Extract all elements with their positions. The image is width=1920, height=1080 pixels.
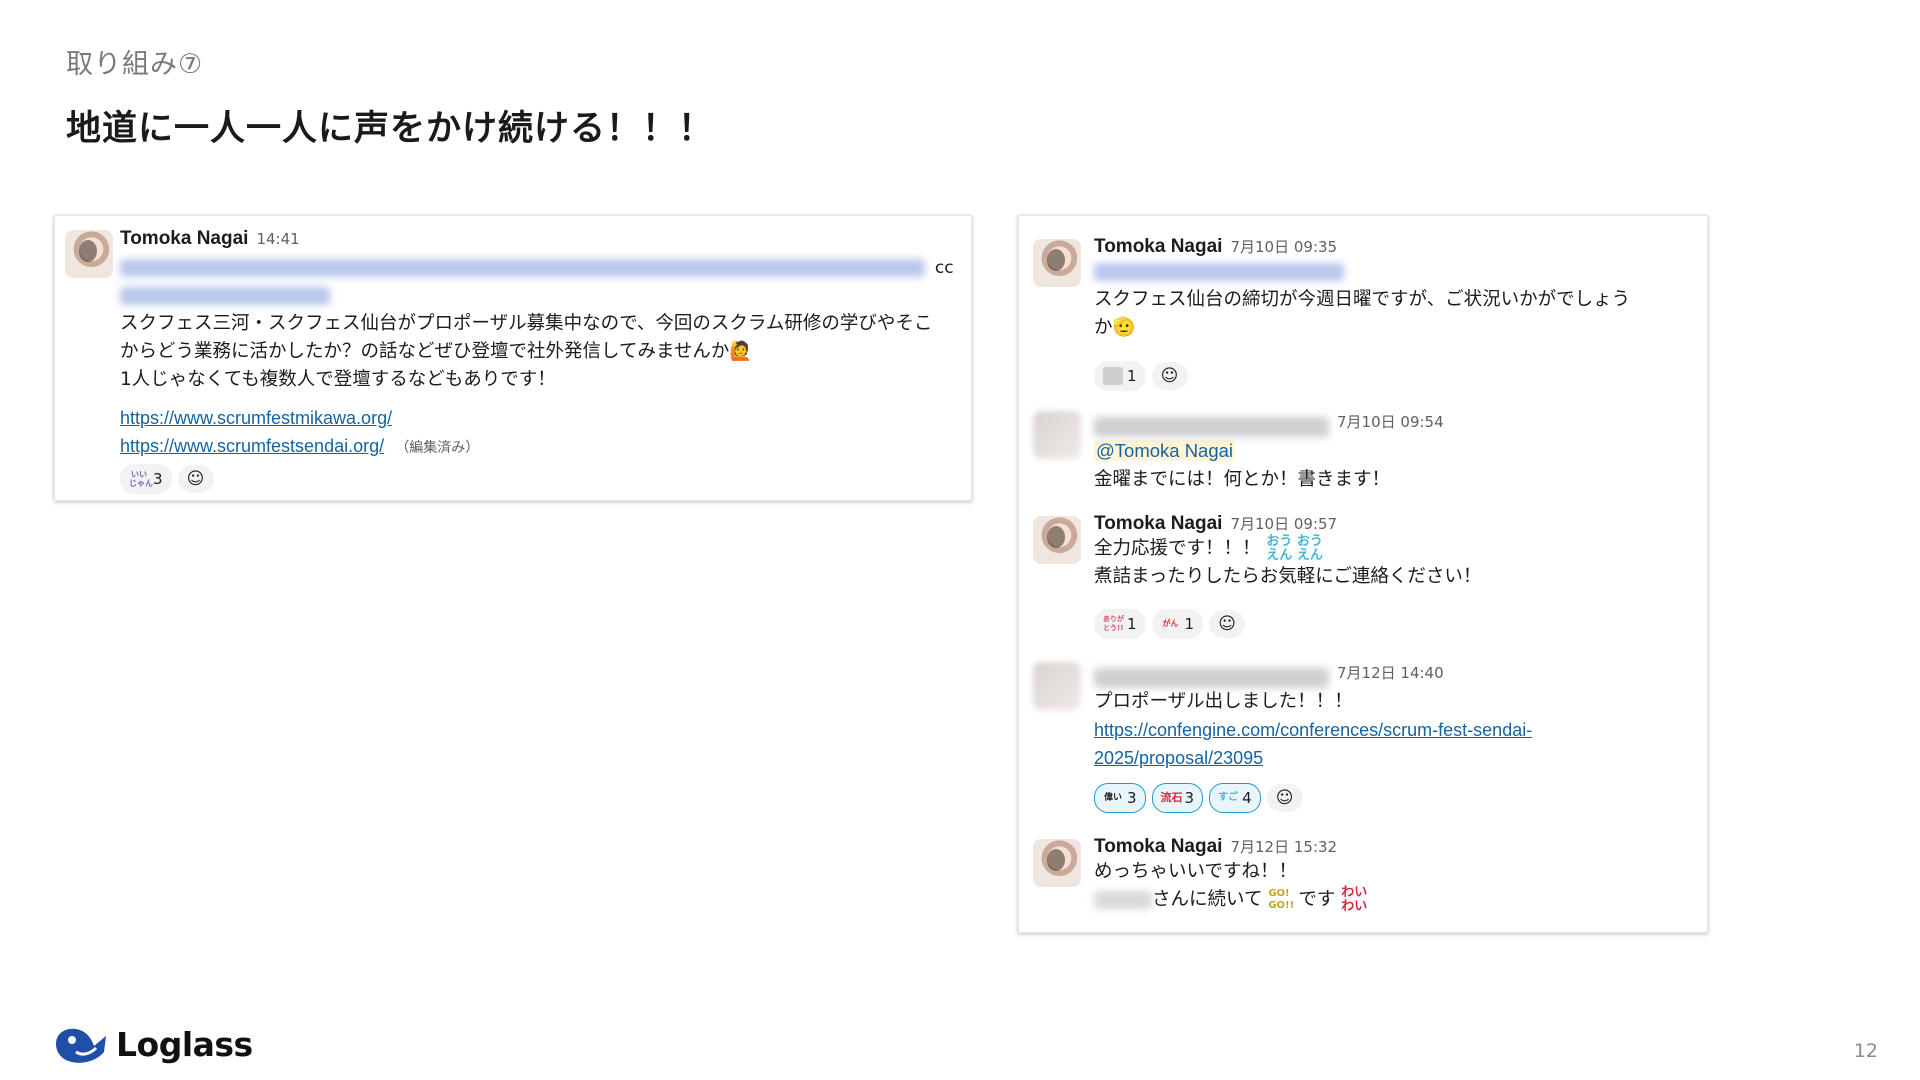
timestamp[interactable]: 7月10日 09:57	[1230, 515, 1337, 533]
arigatou-emoji-icon: ありが とう!!	[1103, 615, 1124, 632]
timestamp[interactable]: 14:41	[256, 230, 299, 248]
reaction-iijan[interactable]: いい じゃん 3	[120, 464, 172, 494]
blurred-mentions-line-2	[120, 282, 961, 310]
go-go-emoji-icon: GO! GO!!	[1268, 888, 1295, 911]
reaction-count: 1	[1127, 367, 1137, 385]
avatar	[1033, 516, 1081, 564]
reaction-count: 4	[1242, 789, 1252, 807]
loglass-logo: Loglass	[52, 1022, 253, 1066]
message-text: さんに続いて	[1152, 889, 1263, 910]
message-line: からどう業務に活かしたか？の話などぜひ登壇で社外発信してみませんか🙋	[120, 341, 753, 362]
blurred-mention	[1094, 258, 1630, 286]
blurred-name	[1094, 891, 1152, 909]
message-line: 1人じゃなくても複数人で登壇するなどもありです！	[120, 369, 556, 390]
timestamp[interactable]: 7月10日 09:35	[1230, 238, 1337, 256]
link-proposal[interactable]: https://confengine.com/conferences/scrum…	[1094, 720, 1532, 740]
author-name[interactable]: Tomoka Nagai	[1094, 513, 1222, 534]
ouen-emoji-icon: おう おう えん えん	[1266, 534, 1323, 563]
avatar	[1033, 239, 1081, 287]
reaction-bar: ありが とう!! 1 がん 1 ☺	[1094, 609, 1246, 639]
message-line: プロポーザル出しました！！！	[1094, 691, 1353, 712]
link-proposal-cont[interactable]: 2025/proposal/23095	[1094, 748, 1263, 768]
avatar	[65, 230, 113, 278]
reaction-person[interactable]: 1	[1094, 361, 1146, 391]
reaction-bar: 偉い 3 流石 3 すご 4 ☺	[1094, 783, 1303, 813]
author-name[interactable]: Tomoka Nagai	[1094, 836, 1222, 857]
left-slack-message-card: Tomoka Nagai 14:41 cc スクフェス三河・スクフェス仙台がプロ…	[54, 215, 972, 501]
brand-name: Loglass	[116, 1024, 253, 1064]
message-line: めっちゃいいですね！！	[1094, 861, 1297, 882]
ganbaru-emoji-icon: がん	[1162, 619, 1179, 628]
reaction-bar: いい じゃん 3 ☺	[120, 464, 214, 494]
reaction-sasuga[interactable]: 流石 3	[1151, 783, 1204, 813]
iijan-emoji-icon: いい じゃん	[129, 470, 153, 488]
reaction-arigatou[interactable]: ありが とう!! 1	[1094, 609, 1146, 639]
person-emoji-icon	[1103, 367, 1123, 385]
author-name[interactable]: Tomoka Nagai	[120, 228, 248, 249]
link-scrumfest-mikawa[interactable]: https://www.scrumfestmikawa.org/	[120, 408, 392, 428]
section-label: 取り組み⑦	[66, 49, 204, 80]
message-header: Tomoka Nagai 14:41	[120, 228, 961, 250]
right-slack-thread-card: Tomoka Nagai 7月10日 09:35 スクフェス仙台の締切が今週日曜…	[1018, 215, 1708, 933]
avatar	[1033, 839, 1081, 887]
timestamp[interactable]: 7月12日 15:32	[1230, 838, 1337, 856]
blurred-author-name	[1094, 668, 1329, 688]
add-reaction-icon[interactable]: ☺	[177, 465, 214, 493]
reaction-erai[interactable]: 偉い 3	[1094, 783, 1146, 813]
edited-label: （編集済み）	[395, 440, 480, 456]
add-reaction-icon[interactable]: ☺	[1266, 784, 1303, 812]
blurred-mentions-line: cc	[120, 254, 961, 282]
message-line: か🫡	[1094, 317, 1136, 338]
reaction-count: 3	[1184, 789, 1195, 807]
message-line: 煮詰まったりしたらお気軽にご連絡ください！	[1094, 566, 1482, 587]
message-line: 金曜までには！何とか！書きます！	[1094, 469, 1391, 490]
message-line: スクフェス三河・スクフェス仙台がプロポーザル募集中なので、今回のスクラム研修の学…	[120, 313, 933, 334]
add-reaction-icon[interactable]: ☺	[1209, 610, 1246, 638]
slide-title: 地道に一人一人に声をかけ続ける！！！	[66, 109, 715, 149]
avatar	[1033, 411, 1081, 459]
message-line: 全力応援です！！！	[1094, 538, 1261, 559]
mention-tomoka[interactable]: @Tomoka Nagai	[1094, 440, 1236, 461]
page-number: 12	[1853, 1040, 1878, 1062]
reaction-count: 1	[1127, 615, 1137, 633]
sasuga-emoji-icon: 流石	[1160, 791, 1183, 804]
message-text: です	[1298, 889, 1336, 910]
reaction-count: 3	[1127, 789, 1137, 807]
reaction-ganbaru[interactable]: がん 1	[1151, 609, 1204, 639]
add-reaction-icon[interactable]: ☺	[1151, 362, 1188, 390]
blurred-author-name	[1094, 417, 1329, 437]
wai-wai-emoji-icon: わい わい	[1341, 885, 1368, 914]
reaction-bar: 1 ☺	[1094, 361, 1188, 391]
avatar	[1033, 662, 1081, 710]
link-scrumfest-sendai[interactable]: https://www.scrumfestsendai.org/	[120, 436, 384, 456]
timestamp[interactable]: 7月10日 09:54	[1337, 413, 1444, 431]
author-name[interactable]: Tomoka Nagai	[1094, 236, 1222, 257]
reaction-sugoi[interactable]: すご 4	[1209, 783, 1261, 813]
erai-emoji-icon: 偉い	[1103, 793, 1122, 803]
message-line: スクフェス仙台の締切が今週日曜ですが、ご状況いかがでしょう	[1094, 289, 1631, 310]
timestamp[interactable]: 7月12日 14:40	[1337, 664, 1444, 682]
whale-logo-icon	[56, 1028, 106, 1063]
reaction-count: 3	[153, 470, 163, 488]
sugoi-emoji-icon: すご	[1218, 792, 1239, 803]
reaction-count: 1	[1184, 615, 1195, 633]
cc-label: cc	[934, 258, 954, 278]
